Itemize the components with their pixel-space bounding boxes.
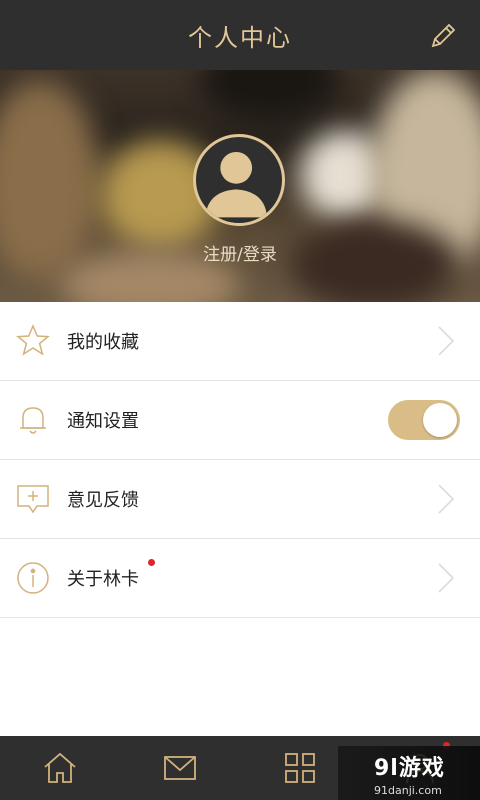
chevron-right-icon	[438, 326, 455, 356]
profile-banner: 注册/登录	[0, 70, 480, 302]
chevron-right-icon	[438, 563, 455, 593]
menu-item-feedback[interactable]: 意见反馈	[0, 460, 480, 539]
tab-messages[interactable]	[120, 736, 240, 800]
menu-item-label: 通知设置	[67, 411, 139, 432]
settings-menu: 我的收藏 通知设置 意见反馈 关于林卡	[0, 302, 480, 618]
menu-item-label: 关于林卡	[67, 569, 139, 590]
notification-toggle[interactable]	[388, 400, 460, 440]
bell-icon	[20, 407, 46, 434]
feedback-icon	[17, 485, 49, 514]
menu-item-label: 我的收藏	[67, 332, 139, 353]
menu-item-label: 意见反馈	[67, 490, 139, 511]
menu-item-favorites[interactable]: 我的收藏	[0, 302, 480, 381]
login-register-link[interactable]: 注册/登录	[0, 240, 480, 265]
watermark-brand: 9l游戏	[374, 755, 445, 781]
header-bar: 个人中心	[0, 0, 480, 70]
menu-item-about[interactable]: 关于林卡	[0, 539, 480, 618]
new-indicator-dot	[148, 559, 155, 566]
chevron-right-icon	[438, 484, 455, 514]
toggle-knob	[423, 403, 457, 437]
star-icon	[16, 324, 50, 356]
tab-home[interactable]	[0, 736, 120, 800]
info-icon	[17, 562, 49, 594]
grid-icon	[285, 753, 315, 783]
page-title: 个人中心	[188, 23, 292, 52]
pencil-icon[interactable]	[428, 21, 458, 51]
menu-item-notifications: 通知设置	[0, 381, 480, 460]
watermark-url: 91danji.com	[374, 783, 442, 797]
home-icon	[44, 752, 76, 783]
site-watermark: 9l游戏 91danji.com	[338, 746, 480, 800]
user-avatar-icon[interactable]	[193, 134, 285, 226]
mail-icon	[164, 756, 196, 780]
